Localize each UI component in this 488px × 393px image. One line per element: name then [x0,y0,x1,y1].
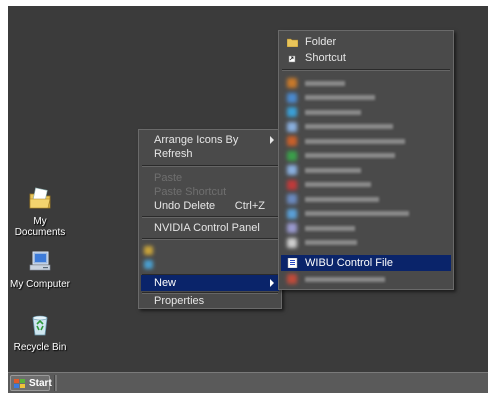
submenu-item-blurred[interactable] [281,271,451,287]
recycle-bin-icon [32,315,48,336]
menu-item-undo-delete[interactable]: Undo Delete Ctrl+Z [141,198,279,214]
blurred-file-icon [287,92,297,103]
wibu-control-file-label: WIBU Control File [305,257,394,269]
my-computer-icon [29,251,51,271]
shortcut-icon [288,55,296,63]
blurred-text [305,276,385,282]
my-computer-label: My Computer [9,279,70,290]
shortcut-label: Shortcut [305,52,346,64]
my-documents-label: My Documents [14,216,66,238]
blurred-app-icon [144,260,153,269]
menu-separator [282,69,450,71]
blurred-text [305,196,379,202]
blurred-text [305,240,357,246]
blurred-file-icon [287,150,297,161]
blurred-text [305,211,409,217]
blurred-file-icon [287,274,297,284]
windows-flag-icon [14,379,25,389]
blurred-file-icon [287,237,297,248]
taskbar-divider [54,375,57,391]
menu-separator [142,165,278,167]
submenu-item-wibu-control-file[interactable]: WIBU Control File [281,255,451,271]
blurred-file-icon [287,194,297,204]
menu-separator [142,238,278,240]
blurred-text [305,124,393,130]
desktop-icon-recycle-bin[interactable]: Recycle Bin [8,312,72,353]
recycle-bin-label: Recycle Bin [13,342,67,353]
taskbar: Start [8,372,488,393]
desktop[interactable]: My Documents My Computer Recycle Bin Arr… [8,6,488,372]
new-submenu: Folder Shortcut WIBU Control File [278,30,454,290]
blurred-text [305,225,355,231]
blurred-file-icon [287,165,297,175]
folder-icon [287,38,298,47]
submenu-arrow-icon [270,279,274,287]
blurred-text [305,80,345,86]
blurred-text [305,95,375,101]
menu-item-new[interactable]: New [141,275,279,291]
arrange-icons-label: Arrange Icons By [154,134,239,146]
menu-item-nvidia-control-panel[interactable]: NVIDIA Control Panel [141,220,279,236]
blurred-file-icon [287,121,297,132]
blurred-file-icon [287,223,297,233]
paste-label: Paste [154,172,183,184]
submenu-item-folder[interactable]: Folder [281,34,451,50]
blurred-file-icon [287,136,297,146]
blurred-text [305,167,361,173]
blurred-text [305,109,361,115]
my-documents-icon [29,187,51,209]
folder-label: Folder [305,36,337,48]
submenu-arrow-icon [270,136,274,144]
nvidia-label: NVIDIA Control Panel [154,222,260,234]
undo-shortcut-hint: Ctrl+Z [234,200,265,212]
desktop-context-menu: Arrange Icons By Refresh Paste Paste Sho… [138,129,282,309]
blurred-file-icon [287,208,297,219]
desktop-icon-my-documents[interactable]: My Documents [8,186,72,238]
menu-item-refresh[interactable]: Refresh [141,146,279,162]
blurred-file-icon [287,107,297,117]
start-label: Start [29,378,52,389]
menu-item-blurred[interactable] [141,257,279,273]
menu-separator [142,216,278,218]
undo-delete-label: Undo Delete [154,200,216,212]
wibu-file-icon [287,258,298,268]
menu-item-properties[interactable]: Properties [141,293,279,309]
blurred-file-icon [287,179,297,190]
new-label: New [154,277,177,289]
submenu-item-shortcut[interactable]: Shortcut [281,50,451,66]
properties-label: Properties [154,295,205,307]
blurred-file-icon [287,78,297,88]
start-button[interactable]: Start [10,375,52,391]
blurred-app-icon [144,246,153,255]
blurred-text [305,153,395,159]
blurred-text [305,138,405,144]
blurred-text [305,182,371,188]
submenu-item-blurred[interactable] [281,235,451,251]
refresh-label: Refresh [154,148,193,160]
paste-shortcut-label: Paste Shortcut [154,186,227,198]
desktop-icon-my-computer[interactable]: My Computer [8,249,72,290]
